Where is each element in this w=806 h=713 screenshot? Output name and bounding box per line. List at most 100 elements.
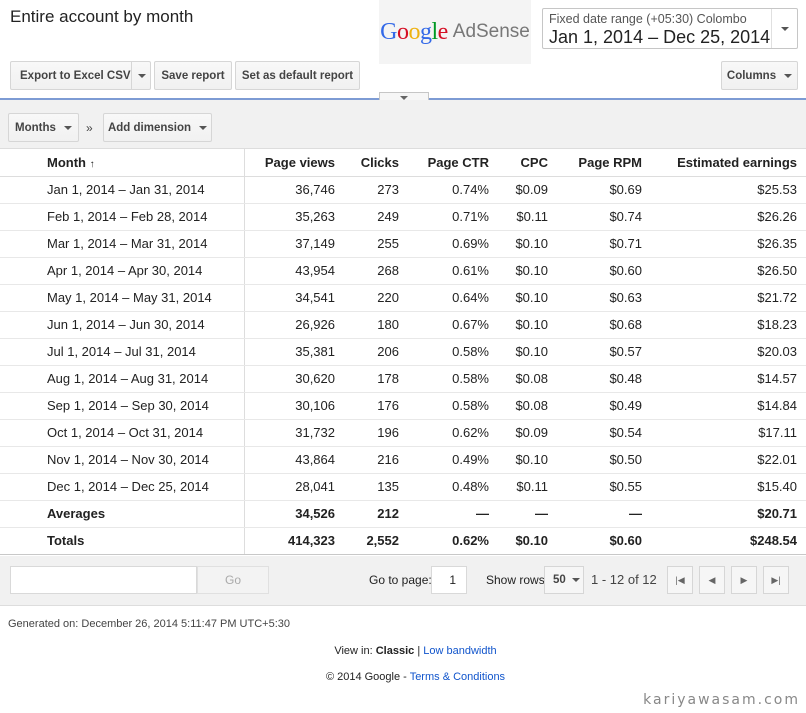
table-cell: $21.72 bbox=[651, 284, 806, 312]
page-number-input[interactable]: 1 bbox=[431, 566, 467, 594]
table-cell: Nov 1, 2014 – Nov 30, 2014 bbox=[0, 446, 245, 474]
table-cell: 255 bbox=[344, 230, 408, 258]
table-cell: 273 bbox=[344, 176, 408, 204]
table-row: Jan 1, 2014 – Jan 31, 2014 36,746 273 0.74%… bbox=[0, 176, 806, 204]
table-cell: $0.69 bbox=[557, 176, 651, 204]
prev-page-icon: ◀ bbox=[708, 574, 716, 585]
export-csv-button[interactable]: Export to Excel CSV bbox=[10, 61, 151, 90]
table-cell: $0.09 bbox=[498, 419, 557, 447]
table-cell: $0.71 bbox=[557, 230, 651, 258]
watermark: kariyawasam.com bbox=[643, 692, 800, 708]
table-cell: 268 bbox=[344, 257, 408, 285]
totals-row: Totals 414,323 2,552 0.62% $0.10 $0.60 $248.54 bbox=[0, 527, 806, 555]
next-page-button[interactable]: ▶ bbox=[731, 566, 757, 594]
table-cell: $20.71 bbox=[651, 500, 806, 528]
table-cell: May 1, 2014 – May 31, 2014 bbox=[0, 284, 245, 312]
table-row: Jul 1, 2014 – Jul 31, 2014 35,381 206 0.58%… bbox=[0, 338, 806, 366]
table-cell: Sep 1, 2014 – Sep 30, 2014 bbox=[0, 392, 245, 420]
first-page-button[interactable]: |◀ bbox=[667, 566, 693, 594]
google-letter: e bbox=[437, 18, 449, 45]
columns-label: Columns bbox=[726, 69, 777, 82]
col-header-page-ctr[interactable]: Page CTR bbox=[408, 149, 498, 177]
last-page-icon: ▶| bbox=[771, 574, 781, 585]
table-cell: $0.11 bbox=[498, 203, 557, 231]
save-report-button[interactable]: Save report bbox=[154, 61, 232, 90]
table-cell: Jan 1, 2014 – Jan 31, 2014 bbox=[0, 176, 245, 204]
col-header-month[interactable]: Month ↑ bbox=[0, 149, 245, 177]
prev-page-button[interactable]: ◀ bbox=[699, 566, 725, 594]
date-range-picker[interactable]: Fixed date range (+05:30) Colombo Jan 1,… bbox=[542, 8, 798, 49]
table-cell: Aug 1, 2014 – Aug 31, 2014 bbox=[0, 365, 245, 393]
table-cell: $20.03 bbox=[651, 338, 806, 366]
table-cell: $0.60 bbox=[557, 527, 651, 555]
table-cell: 0.67% bbox=[408, 311, 498, 339]
col-header-page-views[interactable]: Page views bbox=[244, 149, 344, 177]
low-bandwidth-link[interactable]: Low bandwidth bbox=[423, 645, 496, 657]
table-cell: 0.58% bbox=[408, 365, 498, 393]
terms-link[interactable]: Terms & Conditions bbox=[410, 671, 505, 683]
col-header-cpc[interactable]: CPC bbox=[498, 149, 557, 177]
sort-ascending-icon: ↑ bbox=[89, 158, 95, 170]
chevron-down-icon bbox=[63, 125, 72, 130]
rows-per-page-select[interactable]: 50 bbox=[544, 566, 584, 594]
google-letter: o bbox=[396, 18, 409, 45]
first-page-icon: |◀ bbox=[675, 574, 685, 585]
table-cell: — bbox=[498, 500, 557, 528]
columns-button[interactable]: Columns bbox=[721, 61, 798, 90]
table-row: Jun 1, 2014 – Jun 30, 2014 26,926 180 0.67%… bbox=[0, 311, 806, 339]
table-cell: 0.71% bbox=[408, 203, 498, 231]
last-page-button[interactable]: ▶| bbox=[763, 566, 789, 594]
adsense-logo: Google AdSense bbox=[379, 0, 531, 64]
table-cell: $0.11 bbox=[498, 473, 557, 501]
next-page-icon: ▶ bbox=[740, 574, 748, 585]
table-cell: 249 bbox=[344, 203, 408, 231]
table-cell: $248.54 bbox=[651, 527, 806, 555]
table-cell: 31,732 bbox=[244, 419, 344, 447]
table-cell: 0.62% bbox=[408, 419, 498, 447]
table-cell: 0.49% bbox=[408, 446, 498, 474]
table-cell: $26.50 bbox=[651, 257, 806, 285]
table-cell: 178 bbox=[344, 365, 408, 393]
table-row: Sep 1, 2014 – Sep 30, 2014 30,106 176 0.58%… bbox=[0, 392, 806, 420]
chevron-down-icon bbox=[400, 95, 408, 100]
table-cell: 0.58% bbox=[408, 392, 498, 420]
table-cell: $22.01 bbox=[651, 446, 806, 474]
table-row: Dec 1, 2014 – Dec 25, 2014 28,041 135 0.48%… bbox=[0, 473, 806, 501]
table-cell: $0.48 bbox=[557, 365, 651, 393]
table-cell: 220 bbox=[344, 284, 408, 312]
add-dimension-button[interactable]: Add dimension bbox=[103, 113, 212, 142]
export-dropdown[interactable] bbox=[138, 74, 146, 78]
set-default-report-button[interactable]: Set as default report bbox=[235, 61, 360, 90]
table-cell: 34,541 bbox=[244, 284, 344, 312]
table-cell: 34,526 bbox=[244, 500, 344, 528]
table-cell: 216 bbox=[344, 446, 408, 474]
table-cell: $17.11 bbox=[651, 419, 806, 447]
table-cell: 180 bbox=[344, 311, 408, 339]
table-row: Nov 1, 2014 – Nov 30, 2014 43,864 216 0.49%… bbox=[0, 446, 806, 474]
col-header-page-rpm[interactable]: Page RPM bbox=[557, 149, 651, 177]
chevron-down-icon bbox=[784, 73, 793, 78]
months-dimension-button[interactable]: Months bbox=[8, 113, 79, 142]
filter-input[interactable] bbox=[10, 566, 197, 594]
google-wordmark: Google bbox=[380, 19, 448, 46]
col-header-estimated-earnings[interactable]: Estimated earnings bbox=[651, 149, 806, 177]
date-range-dropdown[interactable] bbox=[771, 9, 797, 48]
table-cell: Oct 1, 2014 – Oct 31, 2014 bbox=[0, 419, 245, 447]
rows-per-page-value: 50 bbox=[553, 574, 566, 586]
google-letter: g bbox=[419, 18, 432, 45]
go-button[interactable]: Go bbox=[197, 566, 269, 594]
table-cell: $26.26 bbox=[651, 203, 806, 231]
col-header-clicks[interactable]: Clicks bbox=[344, 149, 408, 177]
table-cell: $0.10 bbox=[498, 338, 557, 366]
table-cell: $0.08 bbox=[498, 392, 557, 420]
table-cell: 30,620 bbox=[244, 365, 344, 393]
table-cell: 196 bbox=[344, 419, 408, 447]
copyright-text: © 2014 Google - bbox=[325, 671, 407, 683]
table-cell: 2,552 bbox=[344, 527, 408, 555]
chevron-down-icon bbox=[571, 578, 580, 582]
view-classic: Classic bbox=[375, 645, 415, 657]
table-cell: 35,381 bbox=[244, 338, 344, 366]
table-cell: 0.58% bbox=[408, 338, 498, 366]
table-cell: $18.23 bbox=[651, 311, 806, 339]
table-cell: $0.49 bbox=[557, 392, 651, 420]
